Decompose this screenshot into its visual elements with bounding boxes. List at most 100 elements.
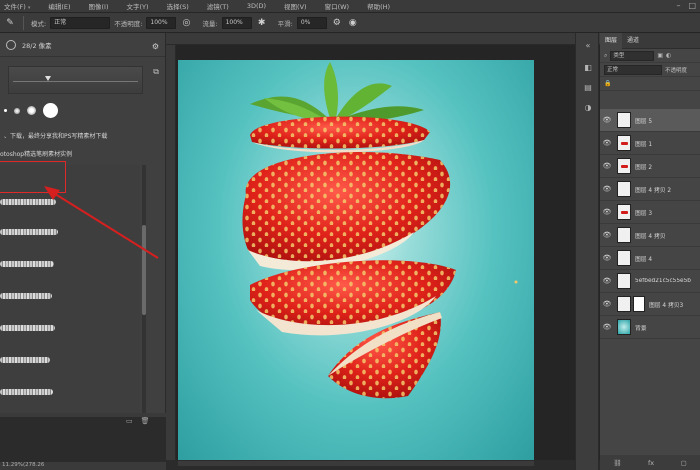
trash-icon[interactable]: 🗑 [141,417,150,425]
new-folder-icon[interactable]: ▭ [126,417,133,425]
brush-size-row: 28/2 像素 [0,33,165,57]
visibility-eye-icon[interactable]: 👁 [600,231,614,239]
pressure-size-icon[interactable]: ◉ [347,17,359,29]
menu-edit[interactable]: 编辑(E) [48,1,70,11]
brush-stroke-preview[interactable] [0,261,54,267]
visibility-eye-icon[interactable]: 👁 [600,162,614,170]
menu-help[interactable]: 帮助(H) [367,1,390,11]
menu-bar: 文件(F) ▾ 编辑(E) 图像(I) 文字(Y) 选择(S) 滤镜(T) 3D(… [0,0,700,13]
new-layer-icon[interactable]: ▢ [681,459,687,467]
fx-icon[interactable]: fx [648,459,654,467]
mode-select[interactable]: 正常 [50,16,111,29]
visibility-eye-icon[interactable]: 👁 [600,254,614,262]
brush-tip-hard[interactable] [43,103,58,118]
flow-field[interactable]: 100% [221,16,252,29]
divider [23,15,24,30]
new-brush-icon[interactable]: ⧉ [153,67,159,77]
collapse-icon[interactable]: « [582,41,594,51]
brush-stroke-preview[interactable] [0,229,58,235]
menu-3d[interactable]: 3D(D) [247,2,266,10]
brush-stroke-preview[interactable] [0,293,52,299]
blend-mode-select[interactable]: 正常 [604,64,662,75]
scrollbar-thumb[interactable] [142,225,146,315]
layer-row[interactable]: 👁 图层 5 [600,109,700,132]
layer-row[interactable]: 👁 图层 4 拷贝 [600,224,700,247]
smoothing-field[interactable]: 0% [296,16,327,29]
brush-stroke-preview[interactable] [0,325,55,331]
layer-thumbnail [617,181,631,197]
layer-thumbnail [617,319,631,335]
brush-stroke-preview[interactable] [0,357,50,363]
brush-tool-icon[interactable]: ✎ [4,17,16,29]
brush-size-slider[interactable] [8,66,143,94]
brush-tip-presets [4,103,58,118]
menu-view[interactable]: 视图(V) [284,1,307,11]
gear-icon[interactable]: ⚙ [152,42,159,51]
layer-name: 5efbed21c5c55e5b [635,278,691,284]
menu-window[interactable]: 窗口(W) [325,1,350,11]
maximize-icon[interactable]: □ [688,1,696,10]
gear-icon[interactable]: ⚙ [331,17,343,29]
adjustments-icon[interactable]: ◑ [582,103,594,113]
strawberry-artwork [242,62,518,399]
brush-list-scrollbar[interactable] [142,165,146,415]
history-icon[interactable]: ◧ [582,63,594,73]
visibility-eye-icon[interactable]: 👁 [600,277,614,285]
visibility-eye-icon[interactable]: 👁 [600,116,614,124]
mode-label: 模式: [31,19,47,28]
layers-panel-footer: ⛓ fx ▢ [600,455,700,470]
minimize-icon[interactable]: – [676,1,680,10]
link-layers-icon[interactable]: ⛓ [613,459,621,467]
brush-tip-small[interactable] [4,109,7,112]
menu-filter[interactable]: 滤镜(T) [207,1,229,11]
brush-stroke-preview[interactable] [0,199,56,205]
layer-row[interactable]: 👁 背景 [600,316,700,339]
airbrush-icon[interactable]: ✱ [256,17,268,29]
properties-icon[interactable]: ▤ [582,83,594,93]
brush-size-icon [6,39,16,50]
layer-row[interactable]: 👁 图层 2 [600,155,700,178]
layer-name: 图层 4 拷贝 2 [635,187,672,194]
brush-tip-soft-large[interactable] [27,106,36,115]
filter-adjust-icon[interactable]: ◐ [666,52,671,59]
layers-panel: 图层 通道 ⌕ 类型 ▣ ◐ 正常 不透明度 🔒 👁 图层 5 👁 图层 1 👁… [600,32,700,470]
layer-row[interactable]: 👁 图层 4 [600,247,700,270]
slider-track [13,81,138,82]
layer-row[interactable]: 👁 图层 4 拷贝 2 [600,178,700,201]
canvas-horizontal-scrollbar[interactable] [178,461,534,466]
pressure-opacity-icon[interactable]: ◎ [180,17,192,29]
blend-mode-row: 正常 不透明度 [600,63,700,77]
layer-filter-select[interactable]: 类型 [610,50,655,61]
layer-row[interactable]: 👁 5efbed21c5c55e5b [600,270,700,293]
status-bar: 11.29%(278.26 [0,462,166,470]
layer-row[interactable]: 👁 图层 1 [600,132,700,155]
menu-select[interactable]: 选择(S) [167,1,189,11]
tab-layers[interactable]: 图层 [600,32,623,49]
layer-row[interactable]: 👁 图层 4 拷贝3 [600,293,700,316]
visibility-eye-icon[interactable]: 👁 [600,139,614,147]
canvas[interactable] [178,60,534,460]
lock-row: 🔒 [600,77,700,91]
flow-label: 流量: [202,19,218,28]
tab-channels[interactable]: 通道 [622,33,644,49]
slider-thumb[interactable] [45,76,51,81]
menu-file[interactable]: 文件(F) ▾ [4,1,30,11]
strawberry-slice-top [250,116,430,153]
opacity-field[interactable]: 100% [146,16,177,29]
visibility-eye-icon[interactable]: 👁 [600,300,614,308]
layer-filter-row: ⌕ 类型 ▣ ◐ [600,49,700,63]
visibility-eye-icon[interactable]: 👁 [600,208,614,216]
menu-type[interactable]: 文字(Y) [127,1,149,11]
layer-thumbnail [617,158,631,174]
filter-pixel-icon[interactable]: ▣ [657,52,663,59]
smoothing-label: 平滑: [277,19,293,28]
lock-icon[interactable]: 🔒 [604,80,611,87]
brush-stroke-preview[interactable] [0,389,53,395]
visibility-eye-icon[interactable]: 👁 [600,323,614,331]
layer-mask-thumbnail[interactable] [633,296,645,312]
visibility-eye-icon[interactable]: 👁 [600,185,614,193]
brush-tip-soft[interactable] [14,107,20,114]
menu-image[interactable]: 图像(I) [89,1,109,11]
layer-row[interactable]: 👁 图层 3 [600,201,700,224]
stray-seed [514,280,518,284]
